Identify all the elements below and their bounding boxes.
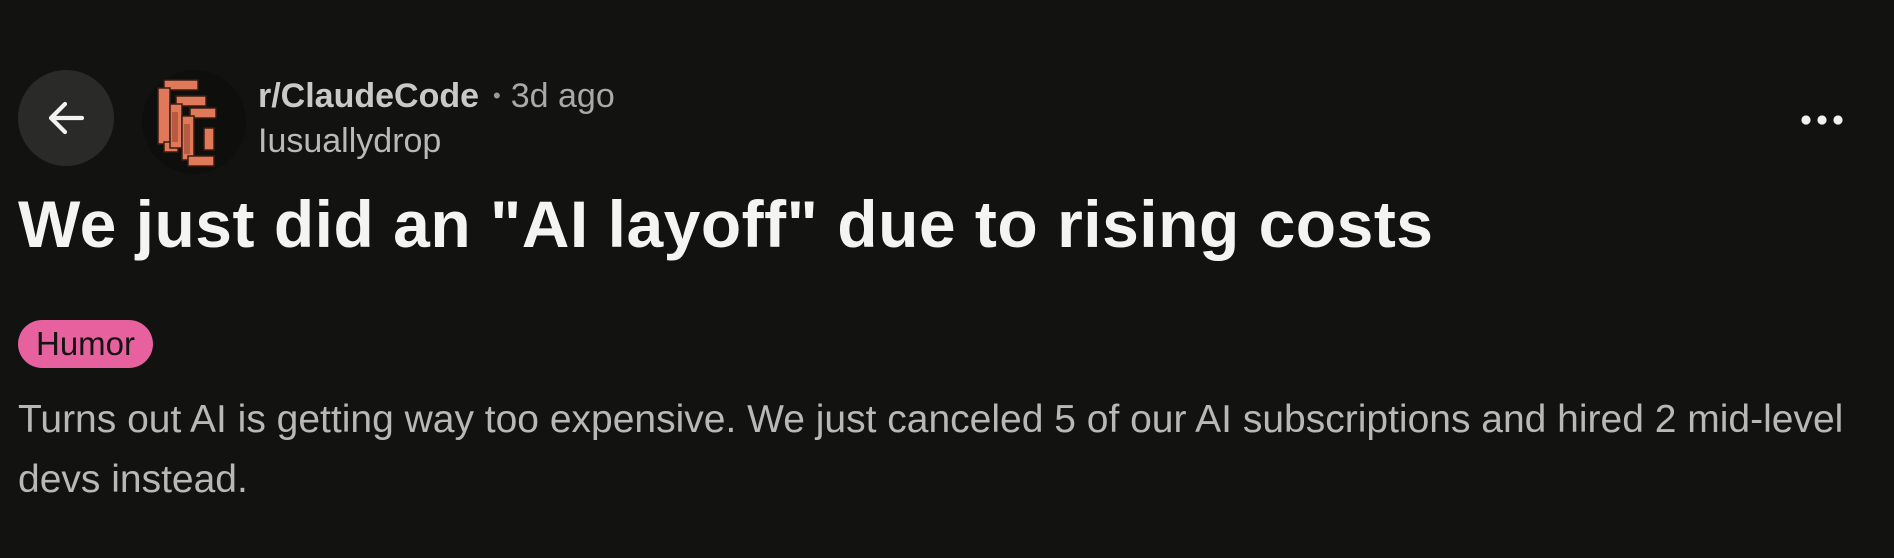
post-body: Turns out AI is getting way too expensiv…	[18, 398, 1844, 501]
post-header: r/ClaudeCode • 3d ago Iusuallydrop	[18, 70, 1876, 174]
post-time: 3d ago	[510, 76, 615, 115]
more-options-button[interactable]	[1786, 92, 1858, 148]
arrow-left-icon	[48, 101, 85, 135]
subreddit-logo-icon	[157, 79, 217, 167]
more-horizontal-icon	[1801, 115, 1843, 125]
flair-badge[interactable]: Humor	[18, 320, 154, 368]
subreddit-link[interactable]: r/ClaudeCode	[258, 77, 479, 116]
post-meta: r/ClaudeCode • 3d ago Iusuallydrop	[258, 74, 615, 164]
meta-line: r/ClaudeCode • 3d ago	[258, 74, 615, 118]
subreddit-avatar[interactable]	[142, 70, 246, 174]
post-title: We just did an "AI layoff" due to rising…	[18, 187, 1434, 261]
author-username[interactable]: Iusuallydrop	[258, 118, 615, 164]
separator-dot: •	[493, 83, 501, 108]
back-button[interactable]	[18, 70, 114, 166]
